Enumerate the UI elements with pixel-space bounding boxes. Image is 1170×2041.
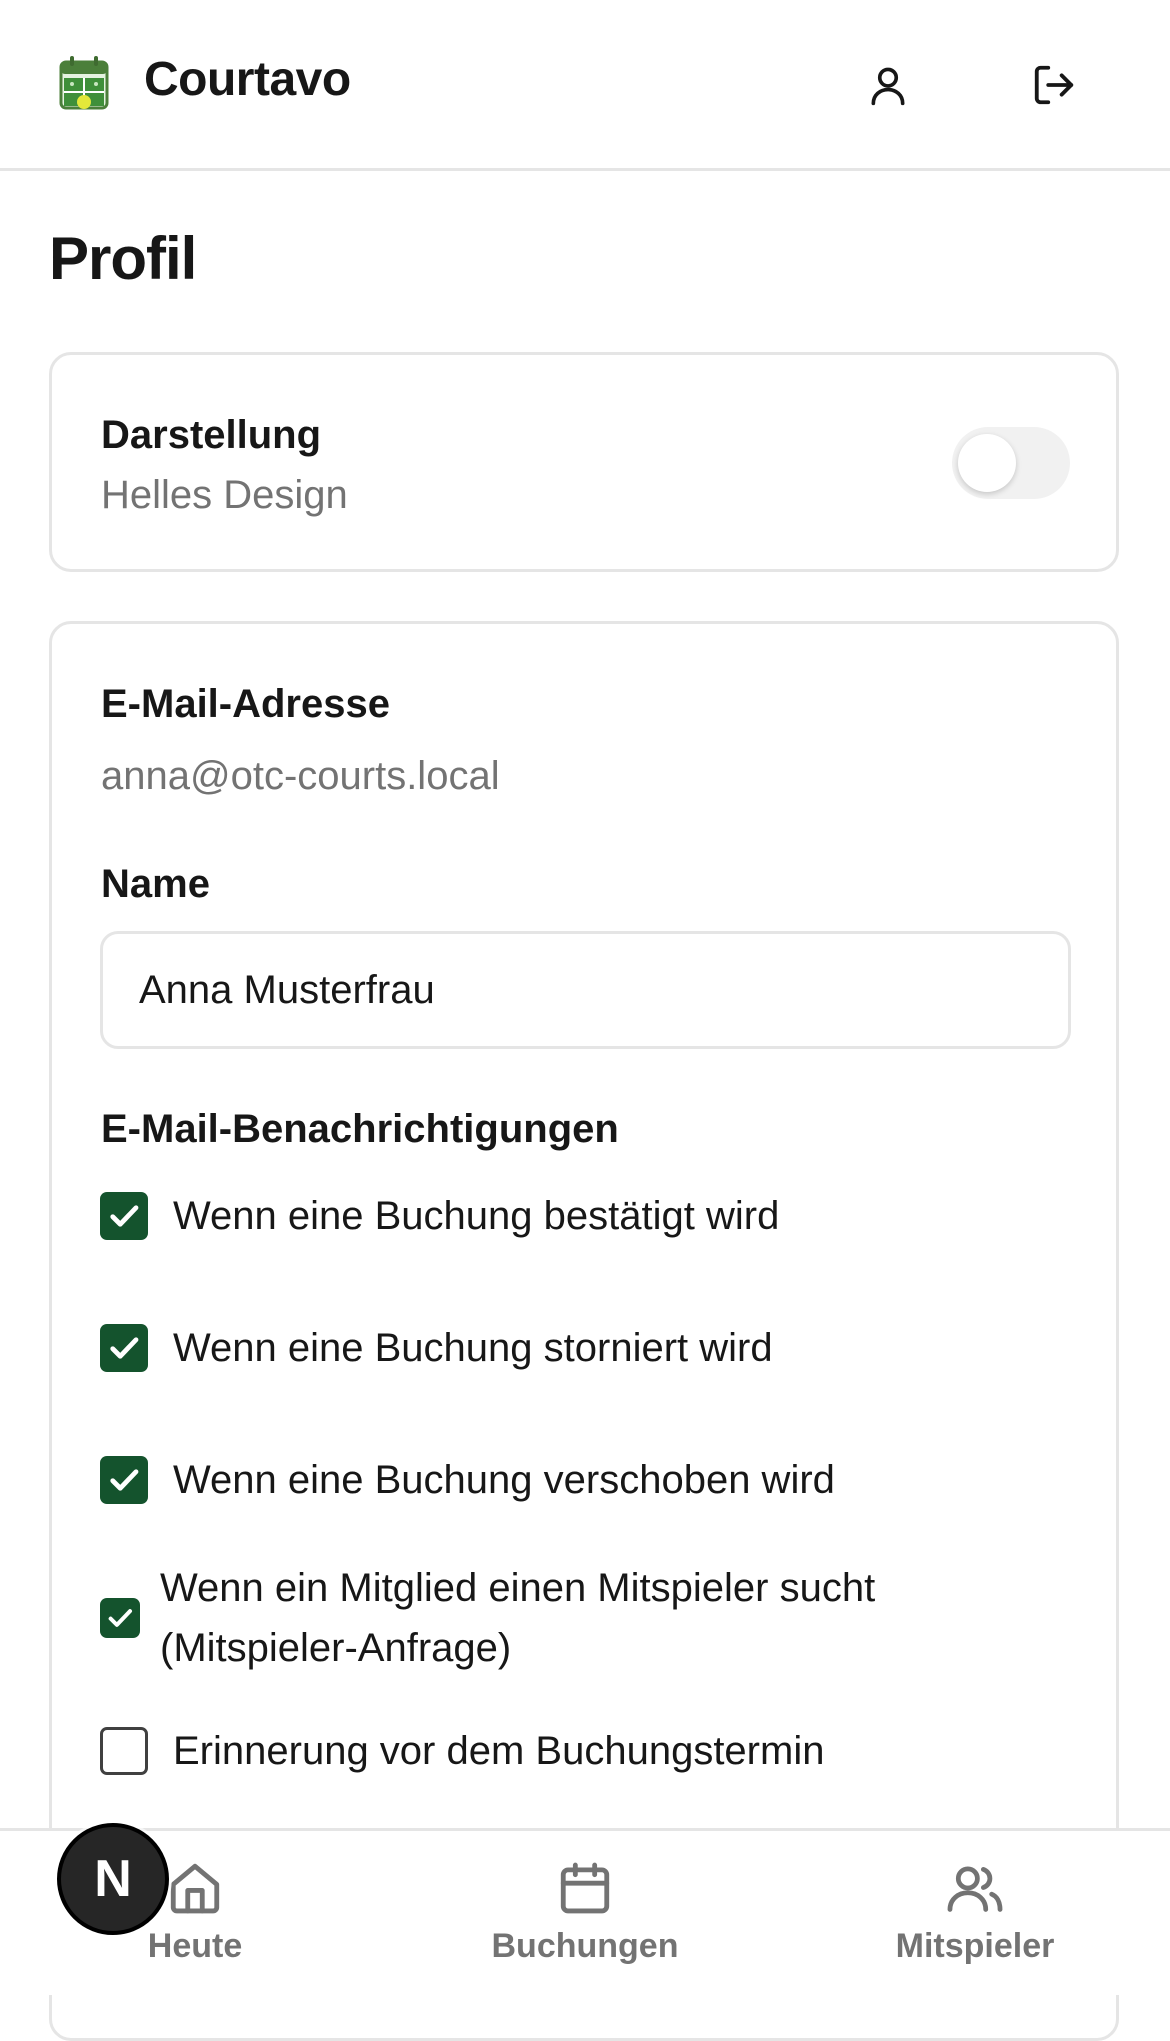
appearance-label: Darstellung xyxy=(101,413,322,457)
nav-buchungen[interactable]: Buchungen xyxy=(390,1831,780,1995)
dark-mode-toggle[interactable] xyxy=(952,427,1070,499)
appearance-subtitle: Helles Design xyxy=(101,473,348,517)
nav-label: Buchungen xyxy=(491,1927,679,1965)
checkbox-label: Wenn eine Buchung bestätigt wird xyxy=(173,1194,780,1238)
nav-mitspieler[interactable]: Mitspieler xyxy=(780,1831,1170,1995)
checkbox-checked[interactable] xyxy=(100,1324,148,1372)
notify-partner-request[interactable]: Wenn ein Mitglied einen Mitspieler sucht… xyxy=(100,1558,875,1678)
checkbox-label: Wenn ein Mitglied einen Mitspieler sucht… xyxy=(160,1558,875,1678)
appearance-card: Darstellung Helles Design xyxy=(49,352,1119,572)
app-name[interactable]: Courtavo xyxy=(144,52,351,107)
logout-icon xyxy=(1031,62,1077,113)
name-input[interactable] xyxy=(100,931,1071,1049)
calendar-icon xyxy=(556,1859,614,1922)
notify-booking-rescheduled[interactable]: Wenn eine Buchung verschoben wird xyxy=(100,1450,835,1510)
users-icon xyxy=(944,1859,1006,1922)
bottom-navigation: Heute Buchungen Mitspieler xyxy=(0,1828,1170,1995)
nav-label: Mitspieler xyxy=(895,1927,1055,1965)
app-header: Courtavo xyxy=(0,0,1170,171)
name-label: Name xyxy=(101,862,210,906)
checkbox-checked[interactable] xyxy=(100,1192,148,1240)
dev-tools-badge[interactable]: N xyxy=(57,1823,169,1935)
checkbox-label: Erinnerung vor dem Buchungstermin xyxy=(173,1729,825,1773)
user-icon xyxy=(866,62,910,113)
profile-button[interactable] xyxy=(853,52,923,122)
page-title: Profil xyxy=(49,225,197,292)
nav-heute[interactable]: Heute xyxy=(0,1831,390,1995)
notify-booking-reminder[interactable]: Erinnerung vor dem Buchungstermin xyxy=(100,1721,824,1781)
court-calendar-icon[interactable] xyxy=(58,54,110,112)
checkbox-unchecked[interactable] xyxy=(100,1727,148,1775)
notifications-label: E-Mail-Benachrichtigungen xyxy=(101,1107,619,1151)
email-value: anna@otc-courts.local xyxy=(101,754,500,798)
email-label: E-Mail-Adresse xyxy=(101,682,390,726)
checkbox-label: Wenn eine Buchung verschoben wird xyxy=(173,1458,835,1502)
notify-booking-cancelled[interactable]: Wenn eine Buchung storniert wird xyxy=(100,1318,773,1378)
logout-button[interactable] xyxy=(1019,52,1089,122)
checkbox-checked[interactable] xyxy=(100,1456,148,1504)
home-icon xyxy=(166,1859,224,1922)
checkbox-label-line2: (Mitspieler-Anfrage) xyxy=(160,1626,512,1670)
checkbox-label-line1: Wenn ein Mitglied einen Mitspieler sucht xyxy=(160,1566,876,1610)
nav-label: Heute xyxy=(147,1927,243,1965)
checkbox-checked[interactable] xyxy=(100,1598,140,1638)
toggle-knob xyxy=(958,434,1016,492)
notify-booking-confirmed[interactable]: Wenn eine Buchung bestätigt wird xyxy=(100,1186,779,1246)
checkbox-label: Wenn eine Buchung storniert wird xyxy=(173,1326,773,1370)
